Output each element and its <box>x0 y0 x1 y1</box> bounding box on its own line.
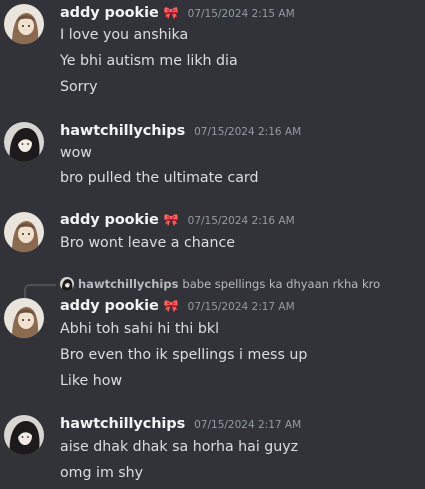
avatar[interactable] <box>4 4 44 44</box>
message-text: Like how <box>60 373 123 389</box>
message-header: hawtchillychips 07/15/2024 2:17 AM <box>60 416 301 432</box>
user-avatar-icon <box>4 415 44 455</box>
avatar[interactable] <box>4 415 44 455</box>
ribbon-icon: 🎀 <box>163 213 179 227</box>
message-header: addy pookie 🎀 07/15/2024 2:15 AM <box>60 5 295 21</box>
message-text: bro pulled the ultimate card <box>60 170 259 186</box>
reply-avatar-icon <box>60 277 74 291</box>
avatar[interactable] <box>4 212 44 252</box>
message-text: aise dhak dhak sa horha hai guyz <box>60 439 299 455</box>
message-header: addy pookie 🎀 07/15/2024 2:16 AM <box>60 212 295 228</box>
reply-spine <box>24 284 56 298</box>
avatar[interactable] <box>4 298 44 338</box>
timestamp[interactable]: 07/15/2024 2:15 AM <box>188 8 295 20</box>
message-text: I love you anshika <box>60 27 189 43</box>
reply-author[interactable]: hawtchillychips <box>78 277 178 291</box>
avatar[interactable] <box>4 122 44 162</box>
ribbon-icon: 🎀 <box>163 299 179 313</box>
message-text: Bro even tho ik spellings i mess up <box>60 347 308 363</box>
reply-text[interactable]: babe spellings ka dhyaan rkha kro <box>182 277 380 291</box>
ribbon-icon: 🎀 <box>163 6 179 20</box>
user-avatar-icon <box>4 122 44 162</box>
timestamp[interactable]: 07/15/2024 2:17 AM <box>188 301 295 313</box>
message-text: wow <box>60 145 92 161</box>
username[interactable]: addy pookie <box>60 298 159 314</box>
message-header: hawtchillychips 07/15/2024 2:16 AM <box>60 123 301 139</box>
username[interactable]: hawtchillychips <box>60 123 185 139</box>
message-text: Bro wont leave a chance <box>60 235 236 251</box>
reply-reference[interactable]: hawtchillychips babe spellings ka dhyaan… <box>60 277 380 291</box>
message-header: addy pookie 🎀 07/15/2024 2:17 AM <box>60 298 295 314</box>
timestamp[interactable]: 07/15/2024 2:17 AM <box>194 419 301 431</box>
message-text: Sorry <box>60 79 98 95</box>
timestamp[interactable]: 07/15/2024 2:16 AM <box>194 126 301 138</box>
message-text: Abhi toh sahi hi thi bkl <box>60 321 220 337</box>
timestamp[interactable]: 07/15/2024 2:16 AM <box>188 215 295 227</box>
message-text: Ye bhi autism me likh dia <box>60 53 238 69</box>
message-text: omg im shy <box>60 465 144 481</box>
username[interactable]: addy pookie <box>60 212 159 228</box>
user-avatar-icon <box>4 212 44 252</box>
username[interactable]: addy pookie <box>60 5 159 21</box>
user-avatar-icon <box>4 4 44 44</box>
user-avatar-icon <box>4 298 44 338</box>
username[interactable]: hawtchillychips <box>60 416 185 432</box>
